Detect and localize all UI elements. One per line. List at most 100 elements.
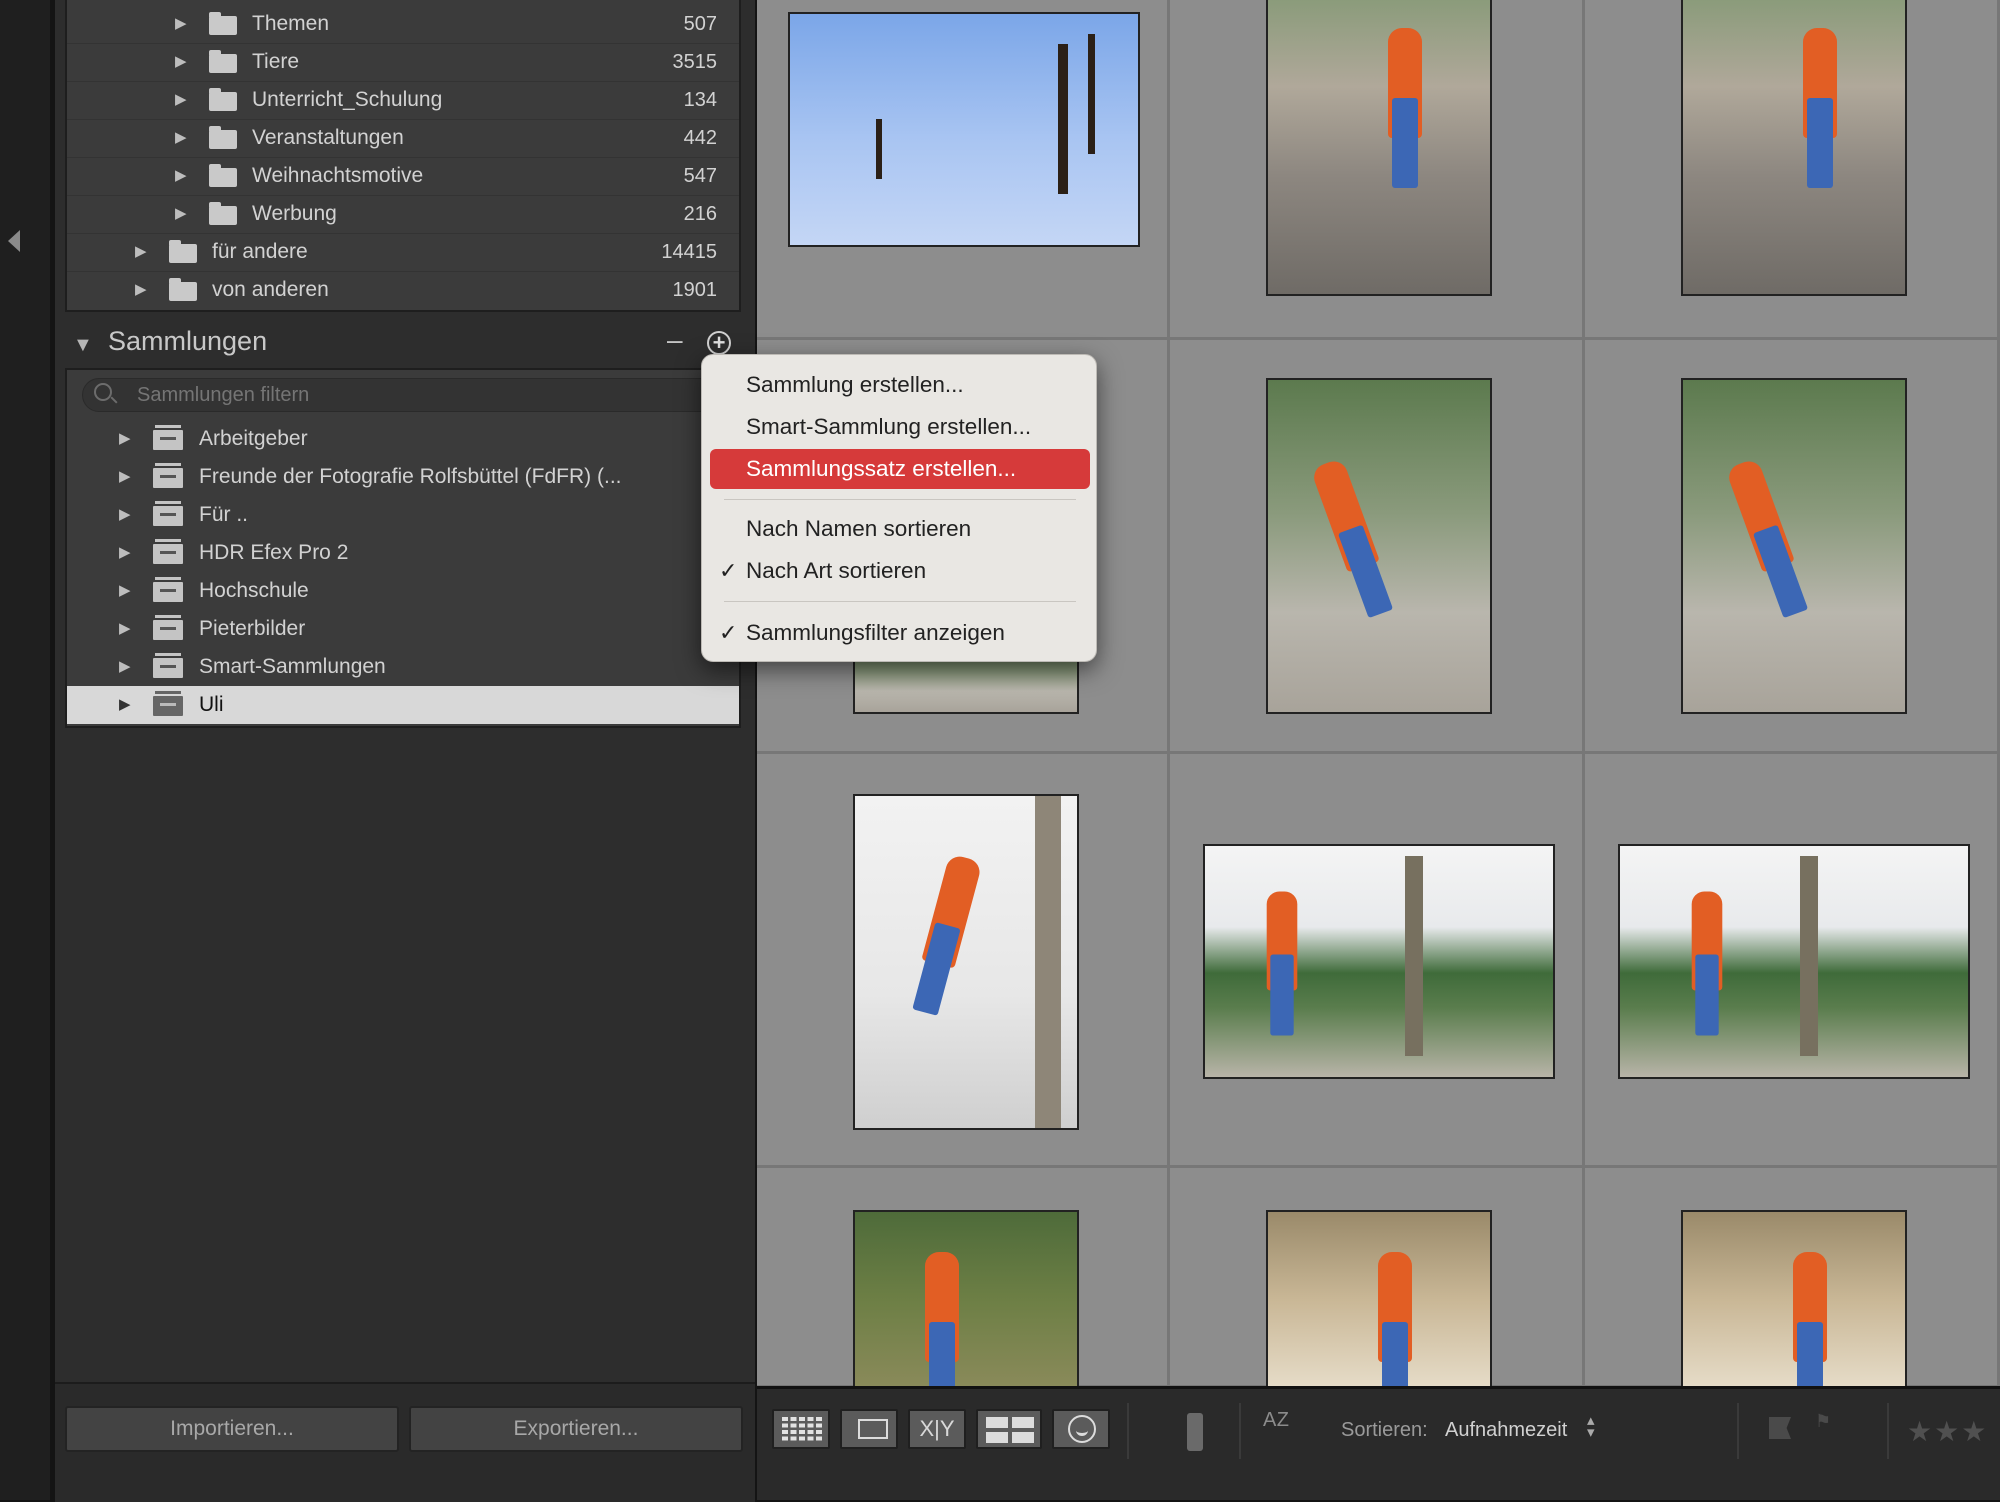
folder-row[interactable]: ▶ Unterricht_Schulung 134 (67, 81, 739, 120)
loupe-view-button[interactable] (840, 1409, 898, 1449)
photo-thumbnail[interactable] (853, 794, 1079, 1130)
folder-row[interactable]: ▶ Veranstaltungen 442 (67, 119, 739, 158)
photo-thumbnail[interactable] (1266, 1210, 1492, 1386)
collection-set-row-selected[interactable]: ▶ Uli (67, 686, 739, 724)
collection-set-icon (153, 577, 183, 602)
remove-collection-button[interactable]: – (667, 324, 683, 356)
grid-cell[interactable] (1585, 754, 2000, 1168)
add-collection-button[interactable]: + (707, 331, 731, 355)
grid-cell[interactable] (1585, 1168, 2000, 1386)
collection-set-icon (153, 463, 183, 488)
folder-icon (169, 240, 197, 263)
folder-row[interactable]: ▶ Weihnachtsmotive 547 (67, 157, 739, 196)
collection-set-row[interactable]: ▶ Pieterbilder (67, 610, 739, 648)
collections-panel: ▶ Arbeitgeber ▶ Freunde der Fotografie R… (65, 368, 741, 728)
menu-item-sort-by-kind[interactable]: ✓ Nach Art sortieren (710, 551, 1090, 591)
expand-arrow-icon[interactable]: ▶ (175, 195, 187, 233)
folder-icon (209, 126, 237, 149)
survey-view-icon (986, 1417, 1034, 1443)
grid-cell[interactable] (1170, 340, 1585, 754)
grid-cell[interactable] (1170, 1168, 1585, 1386)
menu-item-sort-by-name[interactable]: Nach Namen sortieren (710, 509, 1090, 549)
menu-separator (724, 499, 1076, 500)
collection-set-row[interactable]: ▶ Für .. (67, 496, 739, 534)
expand-arrow-icon[interactable]: ▶ (175, 5, 187, 43)
chevron-updown-icon[interactable]: ▴ ▾ (1587, 1413, 1595, 1440)
collections-filter-input[interactable] (82, 378, 722, 412)
sort-direction-icon[interactable]: A Z (1263, 1409, 1289, 1432)
left-panel: ▶ Themen 507 ▶ Tiere 3515 ▶ Unterricht_S… (55, 0, 755, 1502)
export-button[interactable]: Exportieren... (409, 1406, 743, 1452)
folder-row[interactable]: ▶ von anderen 1901 (67, 271, 739, 309)
expand-arrow-icon[interactable]: ▶ (119, 496, 131, 534)
collection-set-icon (153, 539, 183, 564)
collection-set-icon (153, 691, 183, 716)
expand-arrow-icon[interactable]: ▶ (119, 610, 131, 648)
compare-view-button[interactable]: X|Y (908, 1409, 966, 1449)
photo-thumbnail[interactable] (1266, 378, 1492, 714)
collections-title: Sammlungen (108, 326, 268, 356)
expand-arrow-icon[interactable]: ▶ (119, 420, 131, 458)
survey-view-button[interactable] (976, 1409, 1042, 1449)
menu-item-create-collection-set[interactable]: Sammlungssatz erstellen... (710, 449, 1090, 489)
collapse-triangle-icon[interactable]: ▼ (73, 334, 93, 357)
collection-set-row[interactable]: ▶ Hochschule (67, 572, 739, 610)
collapse-left-panel-icon[interactable] (8, 230, 20, 252)
grid-cell[interactable] (1170, 754, 1585, 1168)
menu-item-show-collection-filter[interactable]: ✓ Sammlungsfilter anzeigen (710, 613, 1090, 653)
flag-icon[interactable] (1769, 1417, 1791, 1439)
collection-set-row[interactable]: ▶ Freunde der Fotografie Rolfsbüttel (Fd… (67, 458, 739, 496)
people-view-button[interactable] (1052, 1409, 1110, 1449)
grid-cell[interactable] (1585, 340, 2000, 754)
expand-arrow-icon[interactable]: ▶ (175, 119, 187, 157)
menu-item-create-smart-collection[interactable]: Smart-Sammlung erstellen... (710, 407, 1090, 447)
collection-set-row[interactable]: ▶ HDR Efex Pro 2 (67, 534, 739, 572)
grid-view-button[interactable] (772, 1409, 830, 1449)
collection-set-row[interactable]: ▶ Smart-Sammlungen (67, 648, 739, 686)
expand-arrow-icon[interactable]: ▶ (135, 233, 147, 271)
expand-arrow-icon[interactable]: ▶ (119, 686, 131, 724)
checkmark-icon: ✓ (719, 558, 738, 583)
folder-icon (169, 278, 197, 301)
grid-cell[interactable] (1585, 0, 2000, 340)
sort-select[interactable]: Aufnahmezeit (1445, 1419, 1567, 1442)
star-rating[interactable]: ★★★ (1907, 1415, 1988, 1448)
photo-thumbnail[interactable] (1681, 378, 1907, 714)
photo-thumbnail[interactable] (1681, 0, 1907, 296)
collections-header[interactable]: ▼ Sammlungen – + (55, 322, 755, 364)
photo-thumbnail[interactable] (1266, 0, 1492, 296)
import-button[interactable]: Importieren... (65, 1406, 399, 1452)
photo-thumbnail[interactable] (1681, 1210, 1907, 1386)
checkmark-icon: ✓ (719, 620, 738, 645)
spray-can-icon[interactable] (1187, 1413, 1203, 1451)
grid-cell[interactable] (757, 1168, 1170, 1386)
folder-row[interactable]: ▶ Tiere 3515 (67, 43, 739, 82)
photo-thumbnail[interactable] (853, 1210, 1079, 1386)
folder-row[interactable]: ▶ Themen 507 (67, 5, 739, 44)
expand-arrow-icon[interactable]: ▶ (119, 572, 131, 610)
collection-set-icon (153, 615, 183, 640)
expand-arrow-icon[interactable]: ▶ (119, 534, 131, 572)
folder-row[interactable]: ▶ Werbung 216 (67, 195, 739, 234)
expand-arrow-icon[interactable]: ▶ (119, 458, 131, 496)
grid-view-icon (782, 1417, 822, 1441)
expand-arrow-icon[interactable]: ▶ (135, 271, 147, 309)
grid-cell[interactable] (757, 754, 1170, 1168)
loupe-view-icon (858, 1419, 888, 1439)
photo-thumbnail[interactable] (1618, 844, 1970, 1079)
photo-thumbnail[interactable] (1203, 844, 1555, 1079)
folder-icon (209, 164, 237, 187)
menu-item-create-collection[interactable]: Sammlung erstellen... (710, 365, 1090, 405)
folder-row[interactable]: ▶ für andere 14415 (67, 233, 739, 272)
expand-arrow-icon[interactable]: ▶ (175, 81, 187, 119)
collection-set-row[interactable]: ▶ Arbeitgeber (67, 420, 739, 458)
grid-cell[interactable] (757, 0, 1170, 340)
photo-thumbnail[interactable] (788, 12, 1140, 247)
collection-set-icon (153, 501, 183, 526)
toolbar-divider (1127, 1403, 1129, 1459)
expand-arrow-icon[interactable]: ▶ (175, 43, 187, 81)
expand-arrow-icon[interactable]: ▶ (175, 157, 187, 195)
left-edge-strip (0, 0, 50, 1500)
expand-arrow-icon[interactable]: ▶ (119, 648, 131, 686)
grid-cell[interactable] (1170, 0, 1585, 340)
